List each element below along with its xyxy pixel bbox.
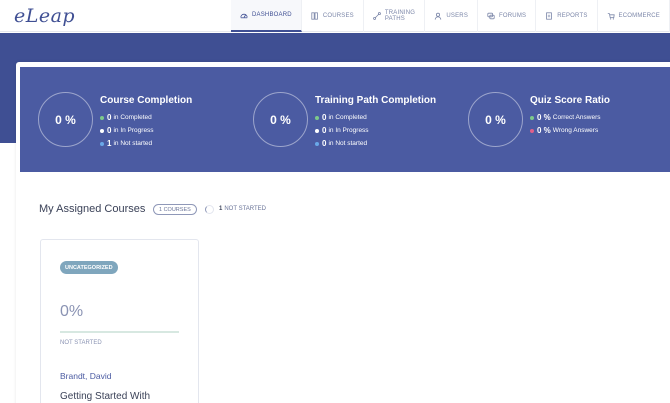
breakdown-row: 0 % Wrong Answers xyxy=(530,124,600,137)
breakdown-value: 0 xyxy=(322,126,327,135)
course-completion-percent: 0 % xyxy=(38,92,93,147)
users-icon xyxy=(434,12,442,20)
breakdown-row: 0 in Completed xyxy=(100,111,154,124)
nav-ecommerce[interactable]: ECOMMERCE xyxy=(598,0,670,32)
not-started-dot xyxy=(100,141,104,146)
breakdown-value: 1 xyxy=(107,139,112,148)
courses-icon xyxy=(311,12,319,20)
training-path-completion-title: Training Path Completion xyxy=(315,95,437,106)
nav-reports[interactable]: REPORTS xyxy=(536,0,598,32)
nav-forums-label: FORUMS xyxy=(499,13,527,19)
nav-dashboard-label: DASHBOARD xyxy=(252,12,292,18)
breakdown-row: 1 in Not started xyxy=(100,137,154,150)
breakdown-label: in In Progress xyxy=(113,127,154,134)
breakdown-row: 0 in Not started xyxy=(315,137,369,150)
ecommerce-icon xyxy=(607,12,615,20)
course-title[interactable]: Getting Started With xyxy=(60,391,150,402)
courses-count-badge: 1 COURSES xyxy=(153,204,197,215)
quiz-score-ratio-title: Quiz Score Ratio xyxy=(530,95,611,106)
breakdown-label: in In Progress xyxy=(328,127,369,134)
breakdown-label: in Not started xyxy=(328,140,368,147)
nav-ecommerce-label: ECOMMERCE xyxy=(618,13,660,19)
breakdown-value: 0 % xyxy=(537,126,551,135)
training-path-completion-breakdown: 0 in Completed 0 in In Progress 0 in Not… xyxy=(315,111,369,150)
breakdown-label: Correct Answers xyxy=(552,114,601,121)
app-logo[interactable]: eLeap xyxy=(14,5,75,27)
nav-training-paths-label: TRAINING PATHS xyxy=(384,10,416,22)
reports-icon xyxy=(545,12,553,20)
course-completion-breakdown: 0 in Completed 0 in In Progress 1 in Not… xyxy=(100,111,154,150)
breakdown-value: 0 xyxy=(322,139,327,148)
nav-courses-label: COURSES xyxy=(322,13,354,19)
course-status: NOT STARTED xyxy=(60,340,102,346)
breakdown-row: 0 % Correct Answers xyxy=(530,111,600,124)
completed-dot xyxy=(315,115,319,120)
stats-panel: 0 % Course Completion 0 in Completed 0 i… xyxy=(20,67,670,172)
main-nav: DASHBOARD COURSES TRAINING PATHS USERS F… xyxy=(231,0,670,32)
course-progress-percent: 0% xyxy=(60,303,84,320)
training-paths-icon xyxy=(373,12,381,20)
breakdown-value: 0 % xyxy=(537,113,551,122)
dashboard-icon xyxy=(240,11,248,19)
nav-courses[interactable]: COURSES xyxy=(302,0,364,32)
quiz-score-breakdown: 0 % Correct Answers 0 % Wrong Answers xyxy=(530,111,600,137)
nav-users[interactable]: USERS xyxy=(425,0,479,32)
in-progress-dot xyxy=(315,128,319,133)
breakdown-label: Wrong Answers xyxy=(552,127,599,134)
breakdown-label: in Completed xyxy=(328,114,367,121)
breakdown-value: 0 xyxy=(322,113,327,122)
not-started-count: 1 xyxy=(219,206,223,212)
course-card[interactable]: UNCATEGORIZED 0% NOT STARTED Brandt, Dav… xyxy=(40,239,199,403)
correct-dot xyxy=(530,115,534,120)
not-started-label: NOT STARTED xyxy=(224,206,267,212)
training-path-completion-percent: 0 % xyxy=(253,92,308,147)
wrong-dot xyxy=(530,128,534,133)
not-started-dot xyxy=(315,141,319,146)
completed-dot xyxy=(100,115,104,120)
forums-icon xyxy=(487,12,495,20)
not-started-summary: 1 NOT STARTED xyxy=(219,206,266,212)
breakdown-row: 0 in In Progress xyxy=(100,124,154,137)
category-badge: UNCATEGORIZED xyxy=(60,261,118,274)
course-author: Brandt, David xyxy=(60,371,112,381)
top-navigation-bar: eLeap DASHBOARD COURSES TRAINING PATHS U… xyxy=(0,0,670,32)
quiz-score-ratio-percent: 0 % xyxy=(468,92,523,147)
breakdown-label: in Completed xyxy=(113,114,152,121)
breakdown-row: 0 in In Progress xyxy=(315,124,369,137)
nav-reports-label: REPORTS xyxy=(557,13,588,19)
in-progress-dot xyxy=(100,128,104,133)
course-completion-title: Course Completion xyxy=(100,95,193,106)
course-progress-bar xyxy=(60,331,179,333)
progress-ring-icon xyxy=(205,205,214,214)
breakdown-value: 0 xyxy=(107,126,112,135)
nav-training-paths[interactable]: TRAINING PATHS xyxy=(364,0,426,32)
breakdown-label: in Not started xyxy=(113,140,153,147)
nav-dashboard[interactable]: DASHBOARD xyxy=(231,0,302,32)
nav-forums[interactable]: FORUMS xyxy=(478,0,537,32)
nav-users-label: USERS xyxy=(446,13,469,19)
breakdown-value: 0 xyxy=(107,113,112,122)
assigned-courses-title: My Assigned Courses xyxy=(39,203,146,215)
breakdown-row: 0 in Completed xyxy=(315,111,369,124)
